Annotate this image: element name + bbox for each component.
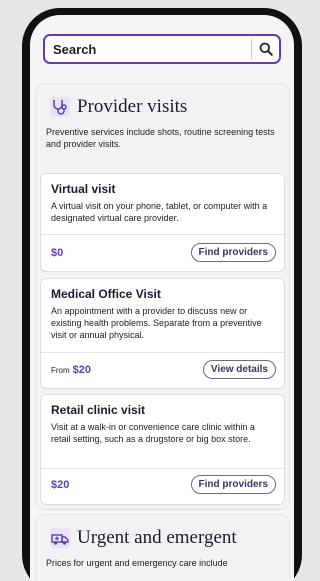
card-title: Medical Office Visit: [51, 287, 161, 301]
virtual-visit-card: Virtual visit A virtual visit on your ph…: [40, 173, 285, 272]
search-icon[interactable]: [252, 36, 279, 62]
price-prefix: From: [51, 365, 70, 375]
card-divider: [41, 352, 284, 353]
ambulance-icon: [49, 527, 71, 549]
price-value: $20: [72, 363, 92, 376]
find-providers-button[interactable]: Find providers: [190, 243, 276, 262]
section-header: Urgent and emergent: [36, 515, 289, 549]
price: From $20: [51, 364, 91, 376]
section-description: Preventive services include shots, routi…: [46, 127, 275, 149]
stethoscope-icon: [49, 96, 71, 118]
card-footer: $0 Find providers: [51, 243, 276, 262]
search-bar[interactable]: Search: [43, 34, 281, 64]
card-divider: [41, 468, 284, 469]
card-description: A virtual visit on your phone, tablet, o…: [51, 201, 268, 223]
card-footer: $20 Find providers: [51, 475, 276, 494]
section-header: Provider visits: [36, 84, 289, 118]
price: $20: [51, 478, 70, 491]
view-details-button[interactable]: View details: [202, 360, 276, 379]
app-screen: Search Provider visits Preventive servic…: [30, 15, 294, 581]
provider-visits-section: Provider visits Preventive services incl…: [36, 84, 289, 509]
section-title: Provider visits: [77, 96, 188, 117]
urgent-emergent-section: Urgent and emergent Prices for urgent an…: [36, 515, 289, 581]
card-title: Virtual visit: [51, 182, 116, 196]
price: $0: [51, 246, 64, 259]
card-divider: [41, 234, 284, 235]
search-input[interactable]: Search: [45, 42, 251, 57]
card-title: Retail clinic visit: [51, 403, 146, 417]
card-description: Visit at a walk-in or convenience care c…: [51, 422, 255, 444]
card-footer: From $20 View details: [51, 360, 276, 379]
find-providers-button[interactable]: Find providers: [190, 475, 276, 494]
section-description: Prices for urgent and emergency care inc…: [46, 558, 228, 568]
section-title: Urgent and emergent: [77, 527, 237, 548]
medical-office-visit-card: Medical Office Visit An appointment with…: [40, 278, 285, 389]
retail-clinic-visit-card: Retail clinic visit Visit at a walk-in o…: [40, 394, 285, 505]
card-description: An appointment with a provider to discus…: [51, 306, 262, 340]
